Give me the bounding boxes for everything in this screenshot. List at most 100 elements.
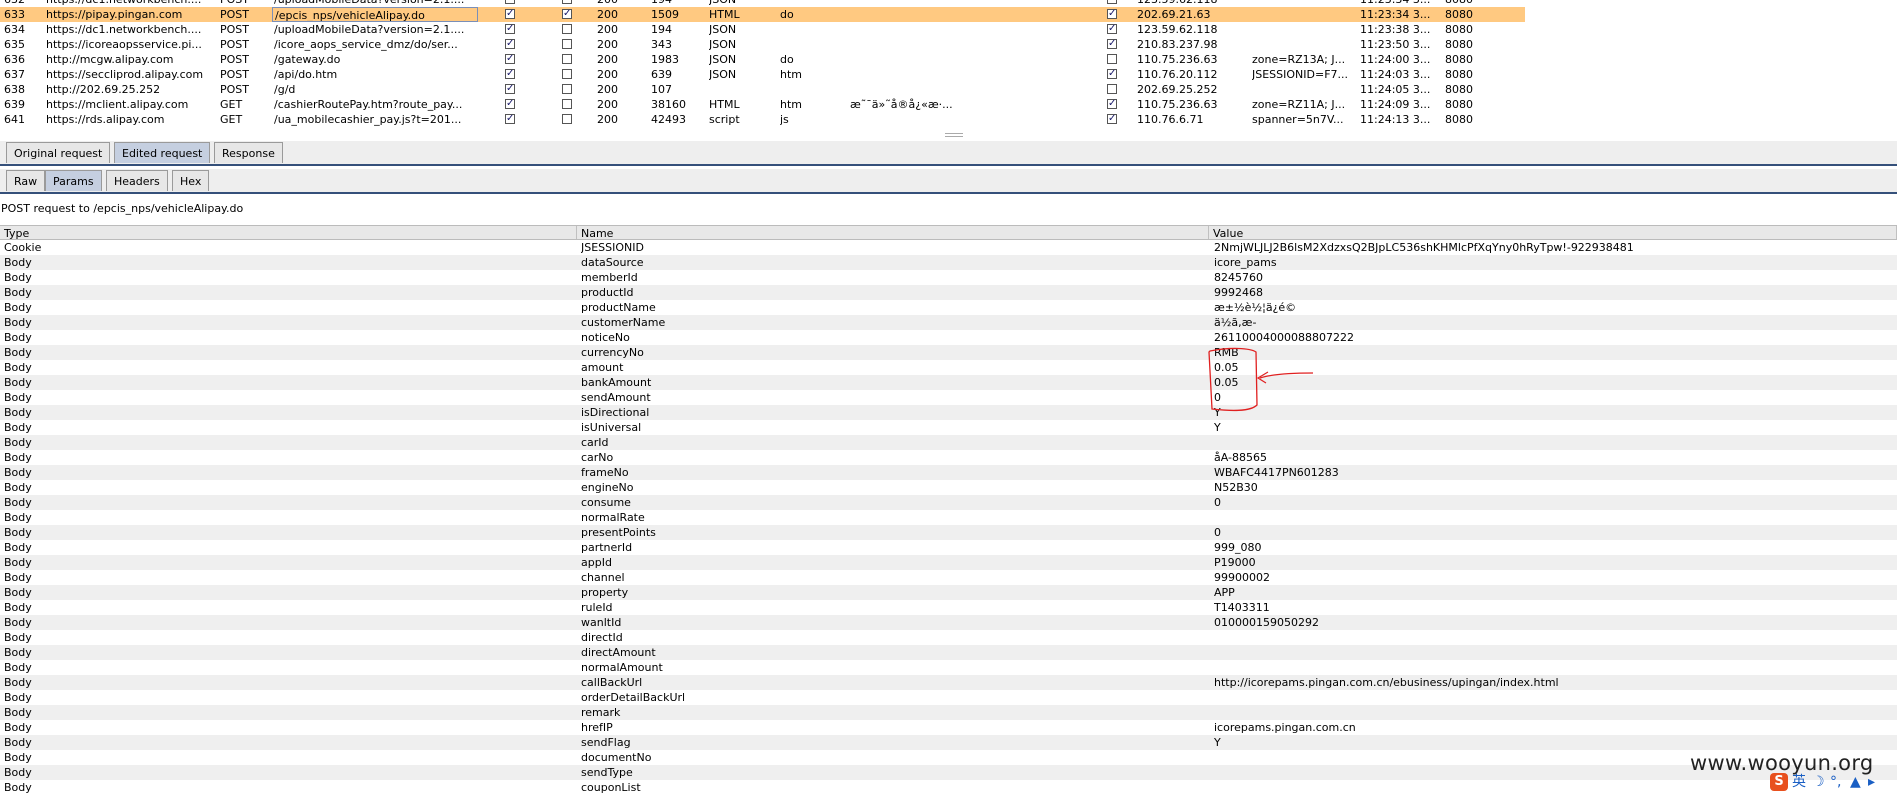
param-row[interactable]: Body normalAmount bbox=[0, 660, 1897, 675]
param-value[interactable]: 010000159050292 bbox=[1214, 615, 1894, 630]
param-row[interactable]: Body noticeNo 26110004000088807222 bbox=[0, 330, 1897, 345]
param-value[interactable]: 99900002 bbox=[1214, 570, 1894, 585]
param-row[interactable]: Body hrefIP icorepams.pingan.com.cn bbox=[0, 720, 1897, 735]
param-row[interactable]: Body amount 0.05 bbox=[0, 360, 1897, 375]
checkbox-checked-icon[interactable]: ✓ bbox=[1107, 114, 1117, 124]
param-value[interactable]: 8245760 bbox=[1214, 270, 1894, 285]
ime-toolbar[interactable]: S 英 ☽ °, ▲ ▸ bbox=[1768, 772, 1897, 792]
checkbox-checked-icon[interactable]: ✓ bbox=[505, 114, 515, 124]
tab-headers[interactable]: Headers bbox=[106, 170, 168, 191]
param-value[interactable]: 0 bbox=[1214, 390, 1894, 405]
tab-response[interactable]: Response bbox=[214, 142, 283, 163]
param-row[interactable]: Body channel 99900002 bbox=[0, 570, 1897, 585]
param-row[interactable]: Body directId bbox=[0, 630, 1897, 645]
ime-mode-label[interactable]: 英 bbox=[1792, 772, 1806, 792]
tab-hex[interactable]: Hex bbox=[172, 170, 210, 191]
checkbox-checked-icon[interactable]: ✓ bbox=[505, 99, 515, 109]
column-header-value[interactable]: Value bbox=[1209, 226, 1897, 240]
param-row[interactable]: Body sendAmount 0 bbox=[0, 390, 1897, 405]
shirt-icon[interactable]: ▲ bbox=[1850, 772, 1861, 792]
param-value[interactable]: Y bbox=[1214, 405, 1894, 420]
checkbox-empty-icon[interactable] bbox=[562, 39, 572, 49]
history-row[interactable]: 641 https://rds.alipay.com GET/ua_mobileca… bbox=[0, 112, 1525, 127]
param-row[interactable]: Body appId P19000 bbox=[0, 555, 1897, 570]
param-row[interactable]: Body normalRate bbox=[0, 510, 1897, 525]
punctuation-icon[interactable]: °, bbox=[1830, 772, 1841, 792]
checkbox-checked-icon[interactable]: ✓ bbox=[505, 0, 515, 4]
param-row[interactable]: Body productId 9992468 bbox=[0, 285, 1897, 300]
param-row[interactable]: Body engineNo N52B30 bbox=[0, 480, 1897, 495]
param-value[interactable]: 0 bbox=[1214, 525, 1894, 540]
param-value[interactable]: 0.05 bbox=[1214, 375, 1894, 390]
param-row[interactable]: Body directAmount bbox=[0, 645, 1897, 660]
param-value[interactable]: http://icorepams.pingan.com.cn/ebusiness… bbox=[1214, 675, 1894, 690]
param-row[interactable]: Body currencyNo RMB bbox=[0, 345, 1897, 360]
checkbox-empty-icon[interactable] bbox=[562, 0, 572, 4]
checkbox-checked-icon[interactable]: ✓ bbox=[505, 84, 515, 94]
checkbox-empty-icon[interactable] bbox=[562, 114, 572, 124]
param-row[interactable]: Body presentPoints 0 bbox=[0, 525, 1897, 540]
checkbox-checked-icon[interactable]: ✓ bbox=[505, 24, 515, 34]
checkbox-checked-icon[interactable]: ✓ bbox=[505, 69, 515, 79]
checkbox-empty-icon[interactable] bbox=[562, 69, 572, 79]
sogou-ime-icon[interactable]: S bbox=[1770, 773, 1788, 791]
param-value[interactable]: Y bbox=[1214, 420, 1894, 435]
param-row[interactable]: Body sendFlag Y bbox=[0, 735, 1897, 750]
param-value[interactable]: 9992468 bbox=[1214, 285, 1894, 300]
param-value[interactable]: åA-88565 bbox=[1214, 450, 1894, 465]
param-value[interactable]: 26110004000088807222 bbox=[1214, 330, 1894, 345]
checkbox-checked-icon[interactable]: ✓ bbox=[1107, 24, 1117, 34]
chevron-icon[interactable]: ▸ bbox=[1868, 772, 1875, 792]
param-value[interactable]: 2NmjWLJLJ2B6lsM2XdzxsQ2BJpLC536shKHMlcPf… bbox=[1214, 240, 1894, 255]
param-row[interactable]: Body productName æ±½è½¦ä¿é© bbox=[0, 300, 1897, 315]
checkbox-checked-icon[interactable]: ✓ bbox=[505, 39, 515, 49]
checkbox-empty-icon[interactable] bbox=[562, 84, 572, 94]
param-value[interactable]: 0.05 bbox=[1214, 360, 1894, 375]
history-row[interactable]: 634 https://dc1.networkbench.... POST/uplo… bbox=[0, 22, 1525, 37]
proxy-history-table[interactable]: 632 https://dc1.networkbench.... POST/uplo… bbox=[0, 0, 1897, 132]
param-row[interactable]: Body wanltId 010000159050292 bbox=[0, 615, 1897, 630]
param-row[interactable]: Body isUniversal Y bbox=[0, 420, 1897, 435]
tab-edited-request[interactable]: Edited request bbox=[114, 142, 211, 163]
checkbox-checked-icon[interactable]: ✓ bbox=[1107, 0, 1117, 4]
param-row[interactable]: Body carId bbox=[0, 435, 1897, 450]
history-row[interactable]: 637 https://seccliprod.alipay.com POST/api… bbox=[0, 67, 1525, 82]
param-value[interactable]: P19000 bbox=[1214, 555, 1894, 570]
param-value[interactable]: T1403311 bbox=[1214, 600, 1894, 615]
param-row[interactable]: Body property APP bbox=[0, 585, 1897, 600]
param-value[interactable]: icore_pams bbox=[1214, 255, 1894, 270]
param-value[interactable]: æ±½è½¦ä¿é© bbox=[1214, 300, 1894, 315]
checkbox-empty-icon[interactable] bbox=[562, 99, 572, 109]
splitter-handle[interactable] bbox=[945, 133, 963, 137]
param-row[interactable]: Body customerName ä½ã,æ- bbox=[0, 315, 1897, 330]
moon-icon[interactable]: ☽ bbox=[1812, 772, 1825, 792]
param-row[interactable]: Body documentNo bbox=[0, 750, 1897, 765]
history-row[interactable]: 638 http://202.69.25.252 POST/g/d 200 107 202… bbox=[0, 82, 1525, 97]
param-value[interactable]: ä½ã,æ- bbox=[1214, 315, 1894, 330]
checkbox-empty-icon[interactable] bbox=[562, 54, 572, 64]
checkbox-checked-icon[interactable]: ✓ bbox=[1107, 39, 1117, 49]
history-row[interactable]: 639 https://mclient.alipay.com GET/cashier… bbox=[0, 97, 1525, 112]
tab-original-request[interactable]: Original request bbox=[6, 142, 111, 163]
checkbox-checked-icon[interactable]: ✓ bbox=[1107, 69, 1117, 79]
param-row[interactable]: Body memberId 8245760 bbox=[0, 270, 1897, 285]
param-row[interactable]: Body sendType bbox=[0, 765, 1897, 780]
param-row[interactable]: Body partnerId 999_080 bbox=[0, 540, 1897, 555]
param-row[interactable]: Body couponList bbox=[0, 780, 1897, 795]
param-row[interactable]: Body carNo åA-88565 bbox=[0, 450, 1897, 465]
checkbox-empty-icon[interactable] bbox=[1107, 84, 1117, 94]
checkbox-checked-icon[interactable]: ✓ bbox=[1107, 99, 1117, 109]
param-row[interactable]: Body remark bbox=[0, 705, 1897, 720]
tab-raw[interactable]: Raw bbox=[6, 170, 46, 191]
param-row[interactable]: Cookie JSESSIONID 2NmjWLJLJ2B6lsM2XdzxsQ2B… bbox=[0, 240, 1897, 255]
tab-params[interactable]: Params bbox=[45, 170, 102, 191]
param-row[interactable]: Body orderDetailBackUrl bbox=[0, 690, 1897, 705]
history-row[interactable]: 632 https://dc1.networkbench.... POST/uplo… bbox=[0, 0, 1525, 7]
param-row[interactable]: Body ruleId T1403311 bbox=[0, 600, 1897, 615]
column-header-type[interactable]: Type bbox=[0, 226, 577, 240]
checkbox-checked-icon[interactable]: ✓ bbox=[1107, 9, 1117, 19]
history-row[interactable]: 636 http://mcgw.alipay.com POST/gateway.do… bbox=[0, 52, 1525, 67]
param-value[interactable]: WBAFC4417PN601283 bbox=[1214, 465, 1894, 480]
param-value[interactable]: N52B30 bbox=[1214, 480, 1894, 495]
param-row[interactable]: Body callBackUrl http://icorepams.pingan.c… bbox=[0, 675, 1897, 690]
